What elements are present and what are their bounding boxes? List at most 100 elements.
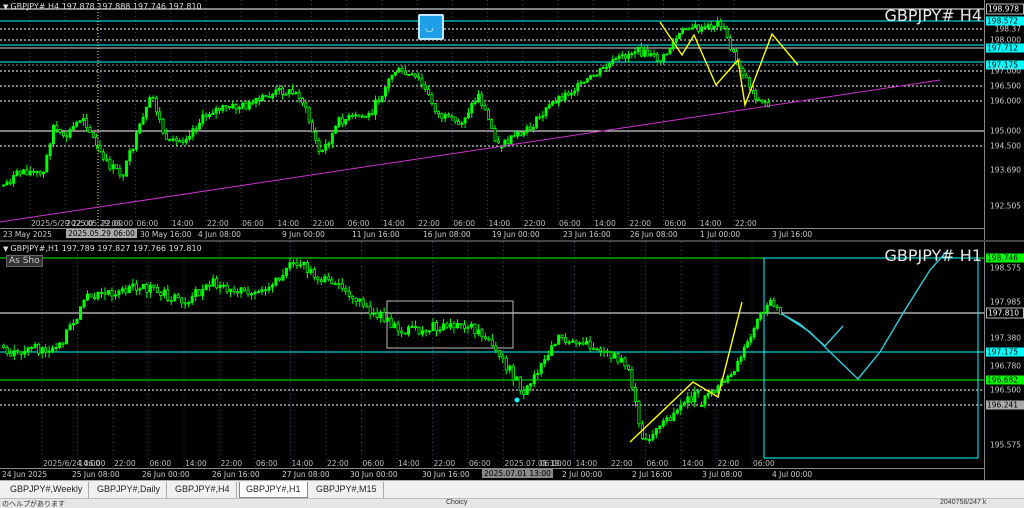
candle-body (16, 350, 20, 353)
time-label: 23 Jun 16:00 (563, 230, 611, 239)
candle-body (693, 24, 697, 29)
candle-body (728, 37, 732, 50)
candle-body (560, 334, 564, 339)
h1-price-axis[interactable]: 198.746 198.575 197.985 197.810 197.380 197.1… (984, 242, 1024, 480)
time-label: 4 Jul 00:00 (772, 470, 813, 479)
candle-body (344, 287, 348, 292)
grid-time-label: 14:00 (292, 459, 314, 468)
price-label: 197.985 (989, 297, 1021, 307)
candle-body (295, 262, 299, 266)
candle-body (646, 49, 650, 57)
candle-body (61, 342, 65, 345)
candle-body (208, 284, 212, 287)
candle-body (757, 99, 761, 102)
h4-chart-pane[interactable]: 2025/5/29 22:00 2025.05.29 06:00 22:00 06:0… (0, 0, 1024, 240)
candle-body (8, 181, 12, 184)
candle-body (337, 283, 341, 286)
candle-body (300, 98, 304, 104)
candle-body (614, 58, 618, 61)
h4-time-axis[interactable]: 23 May 2025 2025.05.29 06:00 30 May 16:00 4… (0, 228, 984, 240)
candle-body (483, 105, 487, 111)
grid-time-label: 06:00 (137, 219, 159, 228)
candle-body (281, 87, 285, 95)
candle-body (12, 175, 16, 184)
time-label: 19 Jun 00:00 (492, 230, 540, 239)
tab-gbpjpy-m15[interactable]: GBPJPY#,M15 (310, 482, 384, 498)
candle-body (427, 89, 431, 95)
tab-gbpjpy-weekly[interactable]: GBPJPY#,Weekly (4, 482, 90, 498)
h4-price-axis[interactable]: 198.978 198.572 198.37 198.000 197.712 197.17… (984, 0, 1024, 240)
candle-body (616, 353, 620, 363)
grid-time-label: 06:00 (348, 219, 370, 228)
candle-body (75, 318, 79, 324)
grid-time-label: 22:00 (327, 459, 349, 468)
price-label: 194.500 (989, 141, 1021, 151)
candle-body (463, 117, 467, 124)
candle-body (79, 306, 83, 320)
time-label: 25 Jun 08:00 (72, 470, 120, 479)
candle-body (553, 343, 557, 347)
candle-body (58, 129, 62, 133)
candle-body (557, 334, 561, 345)
h1-chart-canvas[interactable]: 2025/6/24 06:0014:00 22:00 06:00 14:00 22:00… (0, 242, 984, 468)
candle-body (148, 97, 152, 108)
price-label: 195.575 (989, 440, 1021, 450)
candle-body (310, 121, 314, 133)
candle-body (65, 135, 69, 138)
candle-body (675, 409, 679, 414)
time-label: 2 Jul 16:00 (632, 470, 673, 479)
grid-time-label: 06:00 (363, 459, 385, 468)
candle-body (22, 169, 26, 175)
tab-gbpjpy-h4[interactable]: GBPJPY#,H4 (169, 482, 237, 498)
h4-chart-canvas[interactable]: 2025/5/29 22:002025.05.29 06:0022:00 06:0… (0, 0, 984, 228)
grid-time-label: 22:00 (207, 219, 229, 228)
h1-chart-pane[interactable]: 2025/6/24 06:00 14:00 22:00 06:00 14:00 22:00… (0, 242, 1024, 480)
drag-handle-icon[interactable]: ◡ (418, 14, 444, 40)
grid-time-label: 14:00 (172, 219, 194, 228)
as-show-button[interactable]: As Sho (6, 255, 43, 267)
candle-body (361, 298, 365, 307)
candle-body (506, 139, 510, 144)
candle-body (682, 402, 686, 406)
candle-body (330, 132, 334, 144)
candle-body (576, 83, 580, 92)
candle-body (747, 77, 751, 88)
candle-body (433, 103, 437, 113)
candle-body (496, 140, 500, 144)
candle-body (453, 116, 457, 122)
candle-body (619, 357, 623, 363)
candle-body (374, 99, 377, 116)
candle-body (700, 26, 704, 32)
candle-body (437, 111, 441, 114)
h1-time-axis[interactable]: 24 Jun 2025 25 Jun 08:00 26 Jun 00:00 26 Ju… (0, 468, 984, 480)
tab-gbpjpy-daily[interactable]: GBPJPY#,Daily (91, 482, 168, 498)
candle-body (51, 347, 55, 352)
candle-body (221, 105, 225, 111)
candle-body (197, 289, 201, 297)
candle-body (152, 284, 156, 288)
candle-body (108, 158, 112, 170)
candle-body (410, 325, 414, 328)
candle-body (44, 347, 48, 353)
tab-gbpjpy-h1[interactable]: GBPJPY#,H1 (239, 482, 308, 498)
candle-body (544, 107, 548, 117)
candle-body (305, 262, 309, 274)
candle-body (198, 122, 202, 130)
time-label: 2 Jul 00:00 (562, 470, 603, 479)
candle-body (168, 138, 172, 141)
candle-body (154, 97, 158, 113)
candle-body (323, 276, 327, 283)
candle-body (563, 92, 567, 101)
candle-body (330, 278, 334, 284)
candle-body (393, 71, 397, 76)
time-label: 26 Jun 08:00 (630, 230, 678, 239)
zigzag-line (629, 301, 743, 443)
grid-time-label: 22:00 (114, 459, 136, 468)
candle-body (712, 25, 716, 29)
candle-body (225, 284, 229, 293)
candle-body (368, 305, 372, 315)
status-profile-text: Choicy (446, 499, 468, 506)
candle-body (227, 106, 231, 109)
candle-body (749, 336, 753, 343)
candle-body (763, 101, 767, 104)
